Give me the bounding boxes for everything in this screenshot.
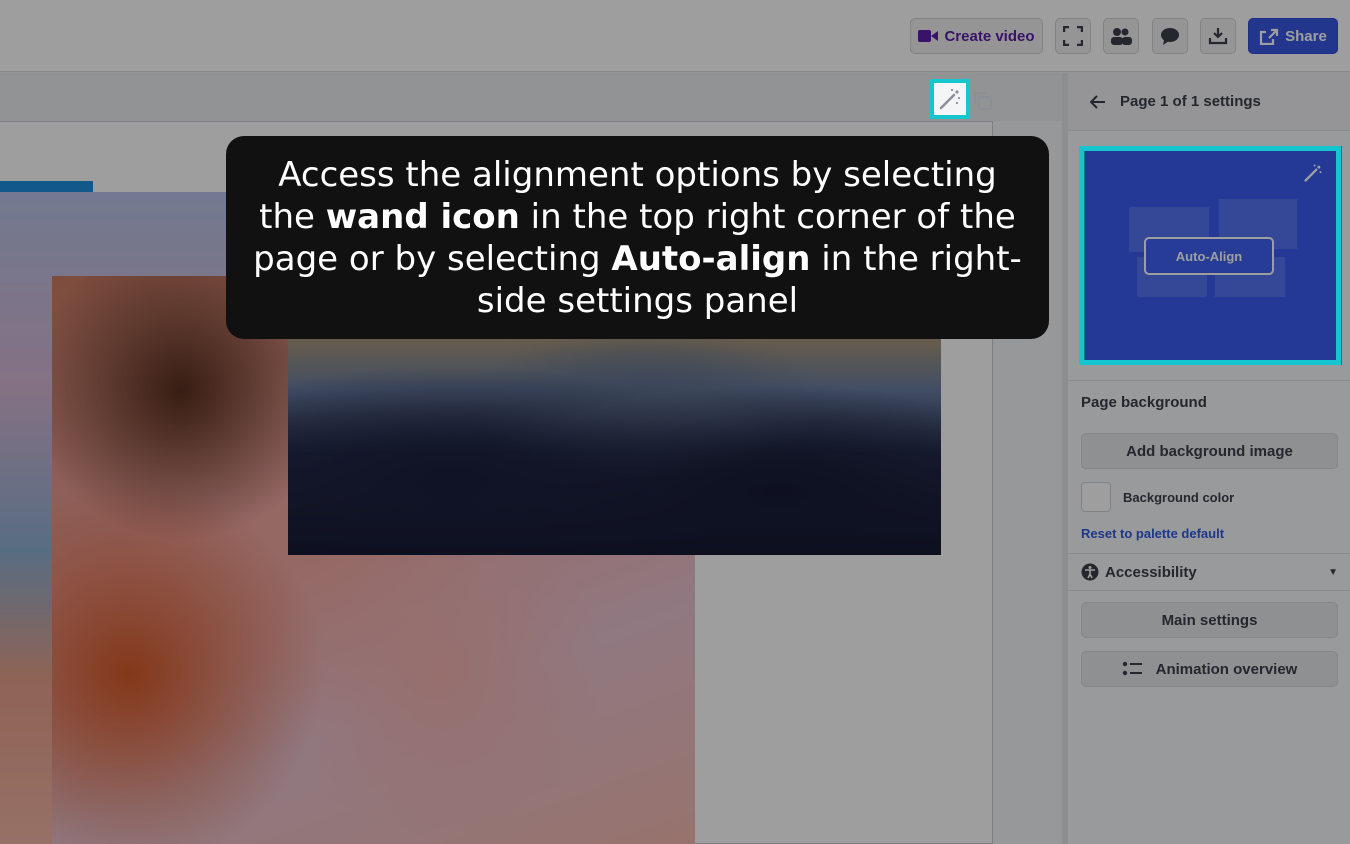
main-settings-button[interactable]: Main settings (1081, 602, 1338, 638)
divider (1068, 590, 1350, 591)
tooltip-bold-wand: wand icon (325, 196, 520, 237)
share-label: Share (1285, 27, 1327, 45)
accessibility-icon (1081, 563, 1099, 581)
page-background-title: Page background (1081, 394, 1207, 411)
tooltip-bold-auto-align: Auto-align (611, 238, 811, 279)
animation-overview-label: Animation overview (1155, 660, 1298, 678)
background-color-swatch[interactable] (1081, 482, 1111, 512)
auto-align-preview[interactable]: Auto-Align (1080, 146, 1342, 365)
reset-palette-link[interactable]: Reset to palette default (1081, 526, 1224, 541)
panel-title: Page 1 of 1 settings (1120, 93, 1261, 110)
list-icon (1122, 661, 1142, 676)
fullscreen-button[interactable] (1055, 18, 1091, 54)
auto-align-button[interactable]: Auto-Align (1144, 237, 1274, 275)
video-icon (918, 30, 939, 42)
share-icon (1260, 28, 1279, 45)
comment-button[interactable] (1152, 18, 1188, 54)
settings-panel: Page 1 of 1 settings Auto-Align Page bac… (1062, 73, 1350, 844)
auto-align-wand-button[interactable] (930, 79, 970, 119)
back-arrow-icon[interactable] (1090, 94, 1106, 109)
duplicate-page-button[interactable] (972, 90, 994, 112)
download-button[interactable] (1200, 18, 1236, 54)
duplicate-icon (974, 92, 992, 110)
tooltip-text: Access the alignment options by selectin… (246, 154, 1029, 322)
background-color-row[interactable]: Background color (1081, 482, 1234, 512)
create-video-label: Create video (944, 27, 1035, 45)
page-header-strip (0, 73, 1062, 121)
animation-overview-button[interactable]: Animation overview (1081, 651, 1338, 687)
collaborators-icon (1111, 28, 1132, 45)
accent-bar-element[interactable] (0, 181, 93, 192)
panel-header: Page 1 of 1 settings (1068, 73, 1350, 131)
accessibility-section-toggle[interactable]: Accessibility ▼ (1081, 563, 1338, 581)
collaborators-button[interactable] (1103, 18, 1139, 54)
comment-icon (1161, 28, 1179, 45)
divider (1068, 553, 1350, 554)
create-video-button[interactable]: Create video (910, 18, 1043, 54)
add-background-image-button[interactable]: Add background image (1081, 433, 1338, 469)
magic-wand-icon (939, 88, 961, 110)
share-button[interactable]: Share (1248, 18, 1338, 54)
fullscreen-icon (1063, 26, 1083, 46)
magic-wand-icon[interactable] (1303, 163, 1323, 183)
chevron-down-icon: ▼ (1328, 566, 1338, 578)
accessibility-label: Accessibility (1105, 563, 1197, 581)
divider (1068, 380, 1350, 381)
tutorial-tooltip: Access the alignment options by selectin… (226, 136, 1049, 339)
download-icon (1208, 28, 1228, 45)
background-color-label: Background color (1123, 489, 1235, 505)
top-toolbar: Create video Share (0, 0, 1350, 72)
